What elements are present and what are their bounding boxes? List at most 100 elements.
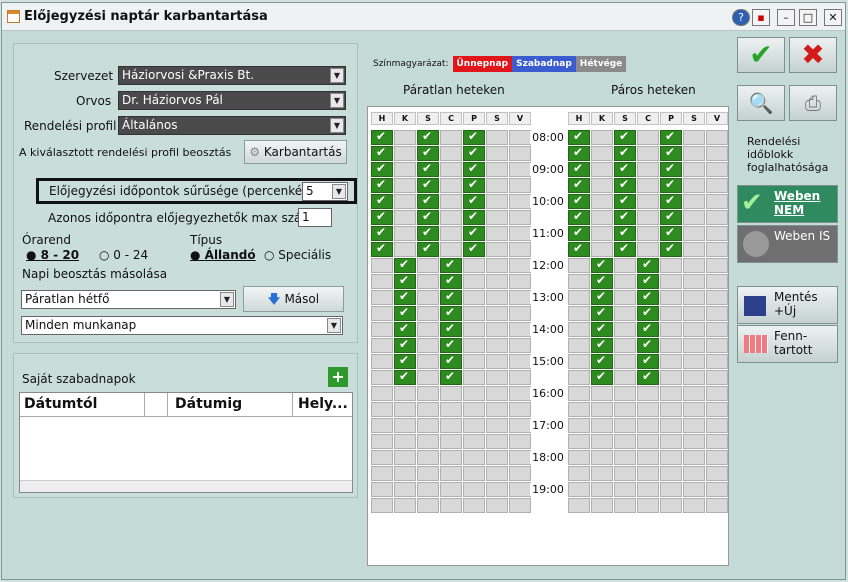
even-slot-cell[interactable] — [660, 129, 682, 145]
even-slot-cell[interactable] — [591, 226, 613, 241]
odd-slot-cell[interactable] — [509, 242, 531, 257]
odd-slot-cell[interactable] — [486, 290, 508, 305]
even-slot-cell[interactable] — [591, 257, 613, 273]
even-slot-cell[interactable] — [706, 354, 728, 369]
even-slot-cell[interactable] — [660, 498, 682, 513]
even-slot-cell[interactable] — [614, 274, 636, 289]
even-slot-cell[interactable] — [637, 162, 659, 177]
even-slot-cell[interactable] — [591, 450, 613, 465]
odd-slot-cell[interactable] — [440, 289, 462, 305]
even-slot-cell[interactable] — [637, 353, 659, 369]
even-slot-cell[interactable] — [614, 354, 636, 369]
odd-slot-cell[interactable] — [509, 226, 531, 241]
odd-slot-cell[interactable] — [417, 450, 439, 465]
odd-slot-cell[interactable] — [417, 274, 439, 289]
even-slot-cell[interactable] — [706, 386, 728, 401]
even-slot-cell[interactable] — [706, 466, 728, 481]
odd-slot-cell[interactable] — [417, 466, 439, 481]
odd-slot-cell[interactable] — [417, 258, 439, 273]
even-slot-cell[interactable] — [706, 306, 728, 321]
even-slot-cell[interactable] — [568, 274, 590, 289]
even-slot-cell[interactable] — [568, 290, 590, 305]
even-slot-cell[interactable] — [591, 178, 613, 193]
odd-slot-cell[interactable] — [394, 482, 416, 497]
odd-slot-cell[interactable] — [486, 258, 508, 273]
even-slot-cell[interactable] — [637, 321, 659, 337]
odd-slot-cell[interactable] — [417, 129, 439, 145]
odd-slot-cell[interactable] — [463, 450, 485, 465]
odd-slot-cell[interactable] — [509, 386, 531, 401]
even-slot-cell[interactable] — [683, 162, 705, 177]
odd-slot-cell[interactable] — [463, 338, 485, 353]
even-slot-cell[interactable] — [614, 225, 636, 241]
odd-slot-cell[interactable] — [440, 337, 462, 353]
odd-slot-cell[interactable] — [463, 225, 485, 241]
odd-slot-cell[interactable] — [440, 273, 462, 289]
odd-slot-cell[interactable] — [486, 466, 508, 481]
fenntartott-button[interactable]: Fenn-tartott — [737, 325, 838, 363]
even-slot-cell[interactable] — [683, 258, 705, 273]
odd-slot-cell[interactable] — [463, 129, 485, 145]
masolas-to-select[interactable]: Minden munkanap ▼ — [21, 316, 343, 335]
even-slot-cell[interactable] — [706, 178, 728, 193]
odd-slot-cell[interactable] — [440, 305, 462, 321]
odd-slot-cell[interactable] — [486, 274, 508, 289]
even-slot-cell[interactable] — [706, 338, 728, 353]
print-icon[interactable]: ⎙ — [789, 85, 837, 121]
even-slot-cell[interactable] — [568, 145, 590, 161]
even-slot-cell[interactable] — [568, 193, 590, 209]
odd-slot-cell[interactable] — [463, 161, 485, 177]
odd-slot-cell[interactable] — [440, 146, 462, 161]
odd-slot-cell[interactable] — [463, 418, 485, 433]
cancel-x-button[interactable]: ✖ — [789, 37, 837, 73]
even-slot-cell[interactable] — [591, 210, 613, 225]
even-slot-cell[interactable] — [706, 434, 728, 449]
even-slot-cell[interactable] — [660, 434, 682, 449]
even-slot-cell[interactable] — [591, 402, 613, 417]
odd-slot-cell[interactable] — [509, 450, 531, 465]
odd-slot-cell[interactable] — [509, 162, 531, 177]
even-slot-cell[interactable] — [660, 386, 682, 401]
weben-is-button[interactable]: Weben IS — [737, 225, 838, 263]
even-slot-cell[interactable] — [614, 161, 636, 177]
odd-slot-cell[interactable] — [440, 386, 462, 401]
odd-slot-cell[interactable] — [486, 434, 508, 449]
even-slot-cell[interactable] — [706, 258, 728, 273]
odd-slot-cell[interactable] — [509, 306, 531, 321]
orvos-select[interactable]: Dr. Háziorvos Pál ▼ — [118, 91, 346, 110]
even-slot-cell[interactable] — [568, 241, 590, 257]
odd-slot-cell[interactable] — [394, 321, 416, 337]
tipus-radio-specialis[interactable]: ○ Speciális — [264, 248, 331, 262]
odd-slot-cell[interactable] — [371, 466, 393, 481]
odd-slot-cell[interactable] — [417, 322, 439, 337]
even-slot-cell[interactable] — [614, 338, 636, 353]
odd-slot-cell[interactable] — [394, 226, 416, 241]
odd-slot-cell[interactable] — [394, 162, 416, 177]
even-slot-cell[interactable] — [706, 450, 728, 465]
suruseg-select[interactable]: 5 ▼ — [302, 182, 348, 201]
even-slot-cell[interactable] — [706, 322, 728, 337]
odd-slot-cell[interactable] — [509, 370, 531, 385]
even-slot-cell[interactable] — [706, 194, 728, 209]
even-slot-cell[interactable] — [568, 418, 590, 433]
even-slot-cell[interactable] — [683, 274, 705, 289]
even-slot-cell[interactable] — [683, 354, 705, 369]
odd-slot-cell[interactable] — [394, 386, 416, 401]
even-slot-cell[interactable] — [591, 194, 613, 209]
even-slot-cell[interactable] — [637, 466, 659, 481]
odd-slot-cell[interactable] — [371, 209, 393, 225]
close-button[interactable]: ✕ — [824, 9, 842, 26]
odd-slot-cell[interactable] — [394, 194, 416, 209]
even-slot-cell[interactable] — [660, 225, 682, 241]
even-slot-cell[interactable] — [568, 434, 590, 449]
odd-slot-cell[interactable] — [463, 274, 485, 289]
szervezet-select[interactable]: Háziorvosi &Praxis Bt. ▼ — [118, 66, 346, 85]
even-slot-cell[interactable] — [637, 178, 659, 193]
odd-slot-cell[interactable] — [417, 386, 439, 401]
even-slot-cell[interactable] — [568, 386, 590, 401]
even-slot-cell[interactable] — [614, 466, 636, 481]
odd-slot-cell[interactable] — [509, 338, 531, 353]
odd-slot-cell[interactable] — [417, 354, 439, 369]
odd-slot-cell[interactable] — [371, 306, 393, 321]
even-slot-cell[interactable] — [637, 402, 659, 417]
